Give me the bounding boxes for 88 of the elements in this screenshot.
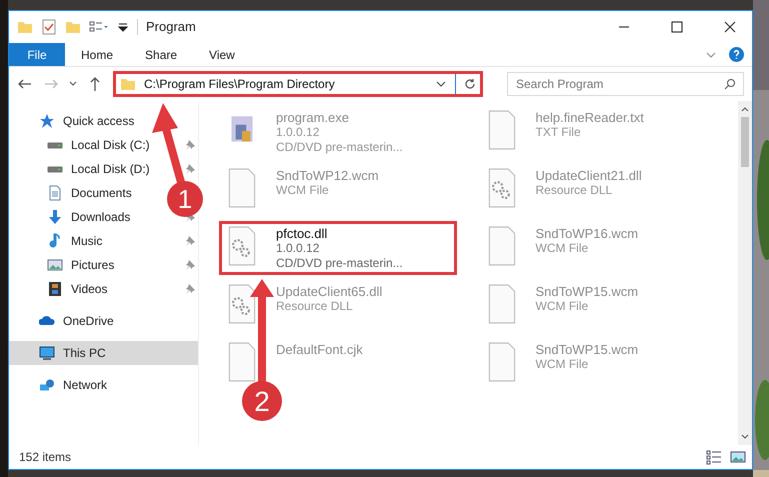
scrollbar[interactable]: [738, 101, 752, 445]
pin-icon[interactable]: [184, 235, 196, 247]
drive-icon: [47, 166, 63, 172]
sidebar-item[interactable]: Music: [47, 232, 102, 250]
sidebar-item[interactable]: This PC: [39, 344, 106, 362]
pin-icon[interactable]: [184, 139, 196, 151]
file-detail: Resource DLL: [536, 183, 614, 198]
sidebar-label: Downloads: [71, 209, 130, 226]
maximize-icon: [670, 21, 682, 33]
document-icon: [47, 185, 63, 201]
sidebar-item[interactable]: Documents: [47, 184, 132, 202]
file-name: pfctoc.dll: [276, 226, 328, 241]
file-name: UpdateClient21.dll: [536, 168, 642, 183]
callout-arrow-drawing: 1: [150, 103, 207, 220]
sidebar-label: Quick access: [63, 113, 134, 130]
down-arrow-icon: [47, 209, 63, 225]
sidebar-label: OneDrive: [63, 313, 114, 330]
file-name: help.fineReader.txt: [536, 110, 644, 125]
file-detail: WCM File: [536, 357, 590, 372]
file-name: DefaultFont.cjk: [276, 342, 363, 357]
sidebar-item[interactable]: Local Disk (C:): [47, 136, 150, 154]
file-detail: WCM File: [536, 299, 590, 314]
sidebar-label: Videos: [71, 281, 108, 298]
ribbon-tab[interactable]: View: [193, 43, 251, 66]
sidebar-label: Local Disk (D:): [71, 161, 150, 178]
scroll-down-icon[interactable]: [741, 433, 749, 441]
file-name: UpdateClient65.dll: [276, 284, 382, 299]
address-path: C:\Program Files\Program Directory: [144, 76, 336, 93]
search-field[interactable]: Search Program: [507, 72, 744, 96]
sidebar-label: This PC: [63, 345, 106, 362]
scroll-thumb[interactable]: [741, 117, 749, 167]
sidebar-label: Documents: [71, 185, 132, 202]
file-detail: WCM File: [536, 241, 590, 256]
pin-icon[interactable]: [184, 163, 196, 175]
file-detail: CD/DVD pre-masterin...: [276, 140, 403, 155]
refresh-icon[interactable]: [464, 78, 476, 90]
search-icon: [724, 78, 736, 90]
file-tab[interactable]: File: [9, 43, 65, 66]
film-icon: [47, 281, 63, 297]
sidebar-item[interactable]: Pictures: [47, 256, 114, 274]
file-detail: 1.0.0.12: [276, 241, 320, 256]
details-view-icon[interactable]: [706, 449, 722, 465]
cloud-icon: [39, 316, 55, 326]
pin-icon[interactable]: [184, 283, 196, 295]
sidebar-label: Music: [71, 233, 102, 250]
sidebar-item[interactable]: Videos: [47, 280, 108, 298]
file-icon: [226, 342, 258, 382]
file-name: SndToWP16.wcm: [536, 226, 638, 241]
star-icon: [39, 113, 55, 129]
file-name: SndToWP15.wcm: [536, 342, 638, 357]
sidebar-label: Network: [63, 377, 108, 394]
file-detail: 1.0.0.12: [276, 125, 320, 140]
file-name: SndToWP12.wcm: [276, 168, 379, 183]
ribbon-tab[interactable]: Share: [129, 43, 194, 66]
address-bar[interactable]: C:\Program Files\Program Directory: [113, 71, 483, 97]
gear-file-icon: [226, 226, 258, 266]
help-icon[interactable]: [729, 47, 744, 62]
pin-icon[interactable]: [184, 259, 196, 271]
scroll-up-icon[interactable]: [741, 105, 749, 113]
window-title: Program: [146, 18, 197, 36]
file-item[interactable]: pfctoc.dll 1.0.0.12 CD/DVD pre-masterin...: [219, 221, 457, 275]
sidebar-item[interactable]: Local Disk (D:): [47, 160, 150, 178]
file-name: program.exe: [276, 110, 350, 125]
properties-icon[interactable]: [41, 19, 57, 35]
sidebar-label: Local Disk (C:): [71, 137, 150, 154]
drive-icon: [47, 142, 63, 148]
file-detail: CD/DVD pre-masterin...: [276, 256, 403, 271]
sidebar-item[interactable]: OneDrive: [39, 312, 114, 330]
close-icon: [724, 21, 736, 33]
item-count: 152 items: [19, 449, 72, 466]
ribbon-tab[interactable]: Home: [65, 43, 130, 66]
monitor-icon: [39, 345, 55, 361]
network-icon: [39, 377, 55, 393]
file-name: SndToWP15.wcm: [536, 284, 638, 299]
file-icon: [226, 168, 258, 208]
customize-menu-icon[interactable]: [117, 21, 129, 33]
file-detail: Resource DLL: [276, 299, 354, 314]
sidebar-item[interactable]: Network: [39, 376, 108, 394]
folder-icon: [120, 76, 136, 92]
sidebar-item[interactable]: Downloads: [47, 208, 130, 226]
pictures-icon: [47, 259, 63, 271]
recent-dropdown-icon[interactable]: [69, 80, 77, 88]
sidebar-label: Pictures: [71, 257, 114, 274]
large-icons-view-icon[interactable]: [730, 449, 746, 465]
gear-file-icon: [226, 284, 258, 324]
file-detail: TXT File: [536, 125, 582, 140]
file-detail: WCM File: [276, 183, 330, 198]
sidebar-item[interactable]: Quick access: [39, 112, 134, 130]
